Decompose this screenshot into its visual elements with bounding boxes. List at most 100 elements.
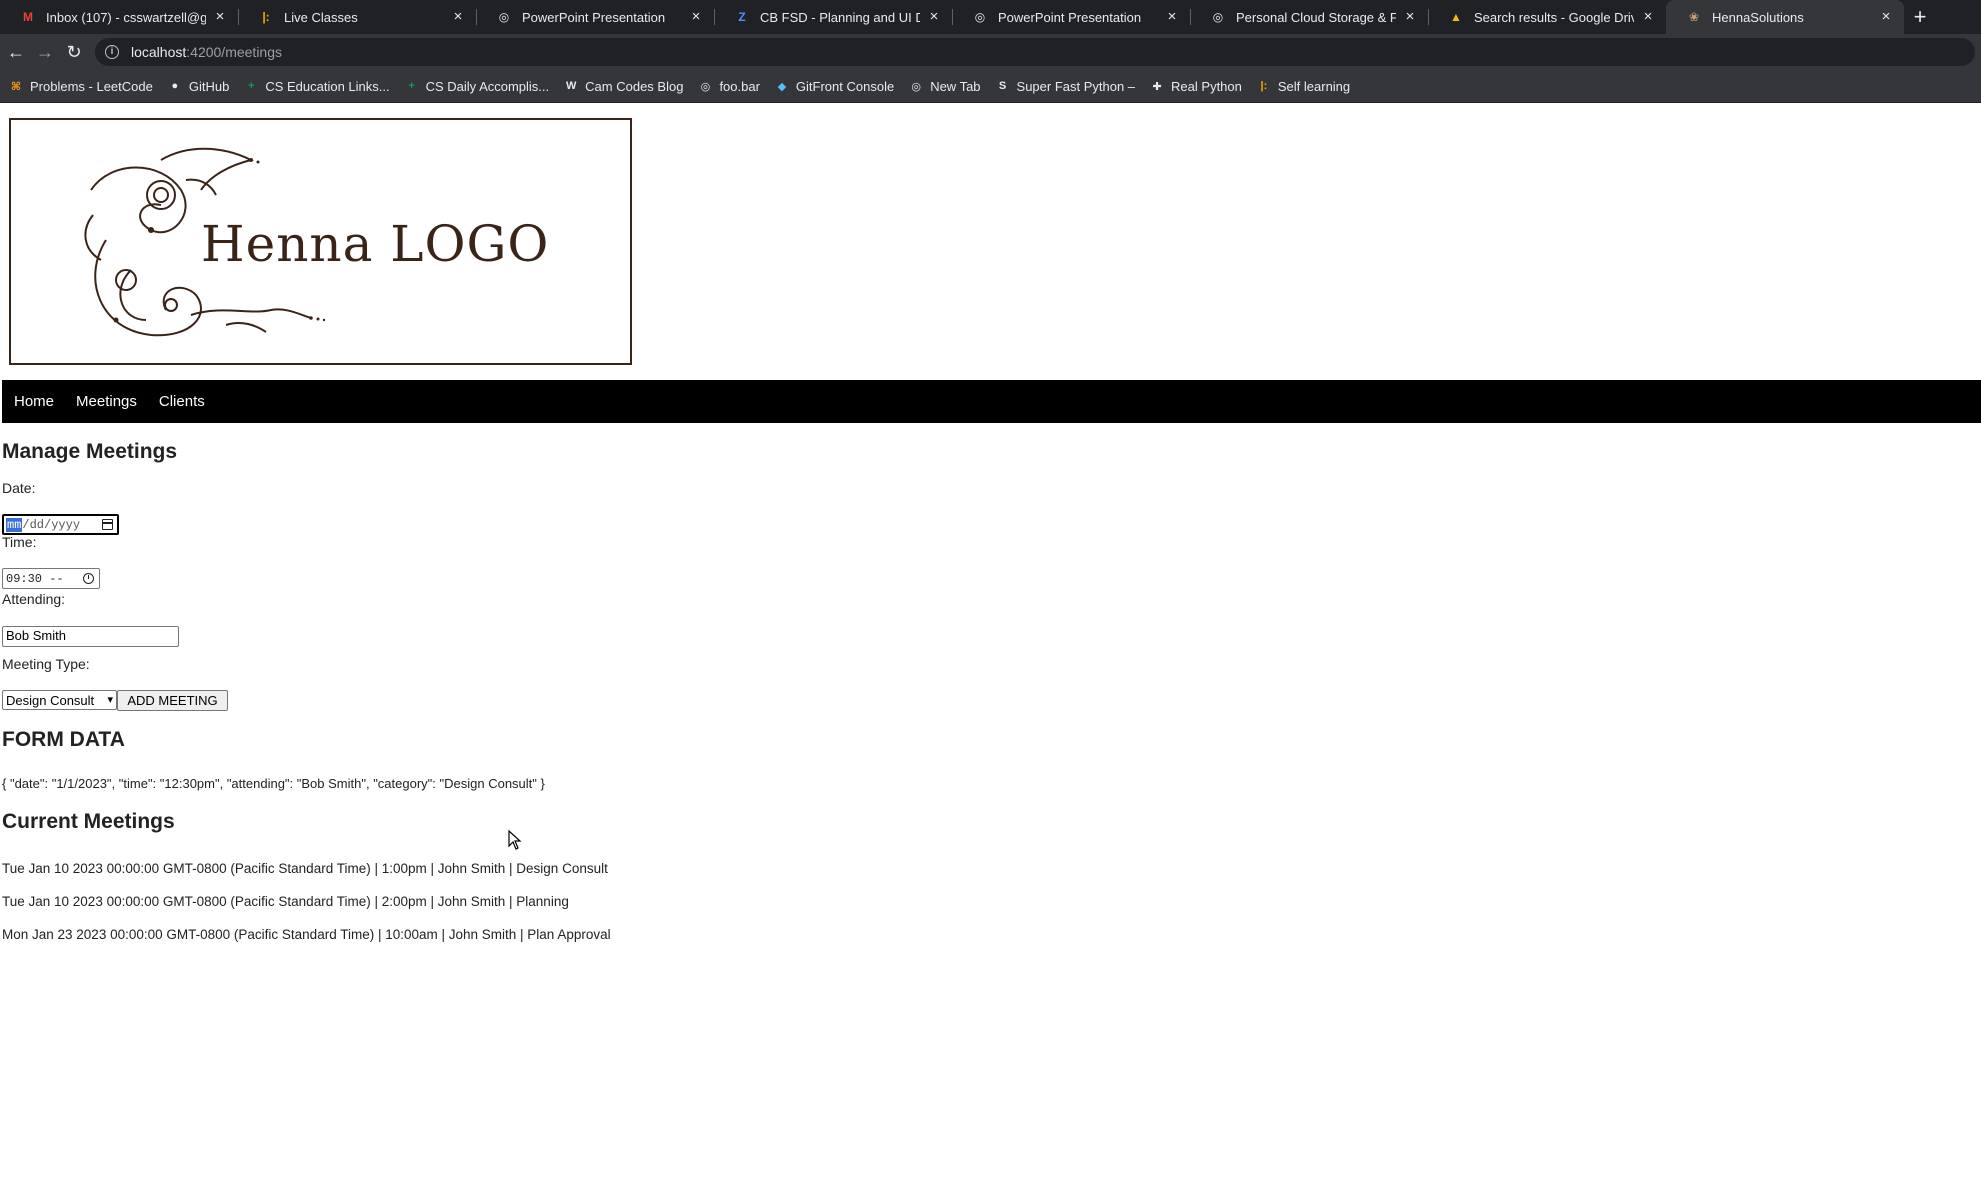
add-meeting-button[interactable]: ADD MEETING — [117, 690, 228, 711]
bookmark-item[interactable]: ◆ GitFront Console — [774, 78, 895, 94]
close-icon[interactable]: × — [1402, 9, 1418, 25]
bookmark-label: GitFront Console — [795, 78, 895, 94]
gmail-icon: M — [23, 10, 33, 24]
bookmark-item[interactable]: W Cam Codes Blog — [563, 78, 683, 94]
address-bar[interactable]: i localhost:4200/meetings — [95, 38, 1975, 66]
url-path: :4200/meetings — [186, 44, 282, 60]
bookmark-label: New Tab — [930, 78, 981, 94]
mouse-cursor-icon — [508, 830, 522, 850]
bookmark-item[interactable]: + CS Education Links... — [243, 78, 390, 94]
close-icon[interactable]: × — [1164, 9, 1180, 25]
reload-icon[interactable]: ↻ — [61, 39, 87, 65]
bookmark-label: Real Python — [1171, 78, 1242, 94]
sheets-icon: + — [248, 80, 255, 92]
clock-icon[interactable] — [83, 573, 94, 584]
bookmark-item[interactable]: ✚ Real Python — [1149, 78, 1242, 94]
form-data-json: { "date": "1/1/2023", "time": "12:30pm",… — [2, 776, 545, 791]
date-input[interactable]: mm/dd/yyyy — [2, 514, 119, 535]
browser-tab[interactable]: ❀ HennaSolutions × — [1666, 0, 1904, 34]
browser-tab-strip: M Inbox (107) - csswartzell@gmail.c × |: Liv… — [0, 0, 1981, 34]
close-icon[interactable]: × — [450, 9, 466, 25]
bookmark-label: Super Fast Python – — [1016, 78, 1136, 94]
close-icon[interactable]: × — [1640, 9, 1656, 25]
tab-title: Search results - Google Drive — [1474, 9, 1634, 25]
web-page: Henna LOGO Home Meetings Clients Manage … — [0, 104, 1981, 1186]
bookmark-item[interactable]: |: Self learning — [1256, 78, 1351, 94]
bookmark-label: GitHub — [188, 78, 230, 94]
browser-toolbar: ← → ↻ i localhost:4200/meetings — [0, 34, 1981, 70]
bookmarks-bar: ⌘ Problems - LeetCode ● GitHub + CS Education… — [0, 70, 1981, 103]
henna-icon: ❀ — [1688, 10, 1700, 24]
date-month-segment[interactable]: mm — [6, 517, 23, 532]
date-label: Date: — [2, 480, 36, 496]
tab-title: Personal Cloud Storage & File Sh — [1236, 9, 1396, 25]
browser-tab[interactable]: ◎ Personal Cloud Storage & File Sh × — [1190, 0, 1428, 34]
wordpress-icon: W — [565, 80, 577, 92]
nav-meetings-link[interactable]: Meetings — [76, 393, 137, 410]
zoom-icon: Z — [738, 10, 746, 24]
sfp-icon: S — [998, 80, 1007, 92]
browser-tab[interactable]: ▲ Search results - Google Drive × — [1428, 0, 1666, 34]
bookmark-item[interactable]: ⌘ Problems - LeetCode — [8, 78, 153, 94]
meeting-type-label: Meeting Type: — [2, 656, 90, 672]
time-value[interactable]: 09:30 -- — [6, 572, 64, 586]
close-icon[interactable]: × — [212, 9, 228, 25]
google-drive-icon: ▲ — [1450, 10, 1462, 24]
globe-icon: ◎ — [700, 80, 711, 93]
globe-icon: ◎ — [911, 80, 921, 93]
bookmark-label: Problems - LeetCode — [30, 78, 153, 94]
url-host: localhost — [131, 44, 187, 60]
chart-icon: |: — [262, 10, 270, 24]
tab-title: CB FSD - Planning and UI Design — [760, 9, 920, 25]
tab-title: Inbox (107) - csswartzell@gmail.c — [46, 9, 206, 25]
calendar-icon[interactable] — [102, 519, 113, 530]
bookmark-item[interactable]: ◎ New Tab — [908, 78, 980, 94]
sheets-icon: + — [408, 80, 415, 92]
bookmark-label: CS Daily Accomplis... — [425, 78, 550, 94]
main-navbar: Home Meetings Clients — [2, 380, 1981, 423]
back-icon[interactable]: ← — [3, 39, 29, 65]
browser-tab[interactable]: ◎ PowerPoint Presentation × — [952, 0, 1190, 34]
time-label: Time: — [2, 534, 37, 550]
github-icon: ● — [171, 80, 179, 92]
meeting-type-value: Design Consult — [6, 692, 95, 708]
tab-title: Live Classes — [284, 9, 358, 25]
henna-logo: Henna LOGO — [9, 118, 632, 365]
chevron-down-icon: ▾ — [107, 694, 113, 706]
gitfront-icon: ◆ — [777, 80, 787, 93]
leetcode-icon: ⌘ — [10, 80, 22, 93]
realpython-icon: ✚ — [1152, 80, 1162, 93]
bookmark-item[interactable]: S Super Fast Python – — [995, 78, 1136, 94]
logo-text: Henna LOGO — [201, 215, 550, 273]
form-data-heading: FORM DATA — [2, 728, 125, 751]
close-icon[interactable]: × — [926, 9, 942, 25]
bookmark-item[interactable]: + CS Daily Accomplis... — [404, 78, 550, 94]
globe-icon: ◎ — [974, 10, 986, 24]
bookmark-item[interactable]: ● GitHub — [167, 78, 230, 94]
tab-title: PowerPoint Presentation — [998, 9, 1142, 25]
bookmark-label: Self learning — [1277, 78, 1351, 94]
tab-title: HennaSolutions — [1712, 9, 1804, 25]
new-tab-button[interactable]: + — [1904, 0, 1936, 34]
current-meetings-heading: Current Meetings — [2, 810, 175, 833]
date-rest-segment[interactable]: /dd/yyyy — [22, 518, 80, 532]
bookmark-item[interactable]: ◎ foo.bar — [697, 78, 760, 94]
browser-tab[interactable]: |: Live Classes × — [238, 0, 476, 34]
page-title: Manage Meetings — [2, 440, 178, 463]
nav-home-link[interactable]: Home — [14, 393, 54, 410]
meeting-type-select[interactable]: Design Consult ▾ — [2, 690, 117, 710]
nav-clients-link[interactable]: Clients — [159, 393, 205, 410]
browser-tab[interactable]: Z CB FSD - Planning and UI Design × — [714, 0, 952, 34]
forward-icon[interactable]: → — [32, 39, 58, 65]
browser-tab[interactable]: ◎ PowerPoint Presentation × — [476, 0, 714, 34]
meeting-item: Tue Jan 10 2023 00:00:00 GMT-0800 (Pacif… — [2, 861, 608, 876]
browser-tab[interactable]: M Inbox (107) - csswartzell@gmail.c × — [0, 0, 238, 34]
site-info-icon[interactable]: i — [105, 45, 119, 59]
close-icon[interactable]: × — [1878, 9, 1894, 25]
time-input[interactable]: 09:30 -- — [2, 568, 100, 589]
tab-title: PowerPoint Presentation — [522, 9, 666, 25]
attending-label: Attending: — [2, 591, 66, 607]
close-icon[interactable]: × — [688, 9, 704, 25]
attending-input[interactable]: Bob Smith — [2, 626, 179, 647]
bookmark-label: Cam Codes Blog — [585, 78, 684, 94]
